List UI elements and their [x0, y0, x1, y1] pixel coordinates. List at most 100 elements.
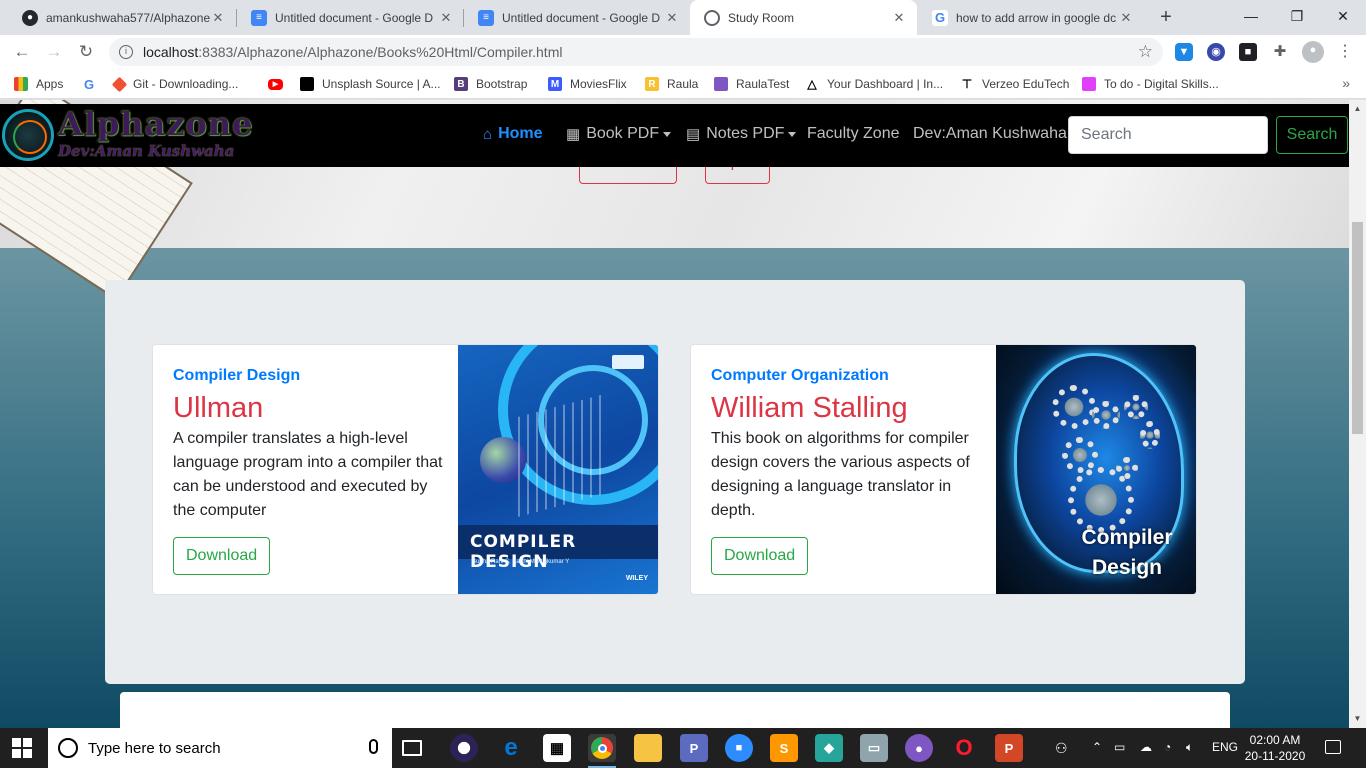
- card-body: Compiler Design Ullman A compiler transl…: [173, 367, 443, 523]
- netbeans-icon[interactable]: ◆: [815, 734, 843, 762]
- opera-icon[interactable]: O: [950, 734, 978, 762]
- nav-book-pdf[interactable]: ▦ Book PDF: [566, 125, 672, 143]
- reload-icon[interactable]: ↻: [74, 40, 98, 64]
- card-description: A compiler translates a high-level langu…: [173, 430, 443, 519]
- scroll-down-icon[interactable]: ▼: [1349, 714, 1366, 723]
- chevron-more-icon[interactable]: »: [1342, 75, 1350, 91]
- cover-text-line: Compiler: [1081, 526, 1173, 549]
- nav-faculty-zone[interactable]: Faculty Zone: [807, 125, 899, 143]
- close-icon[interactable]: ✕: [210, 10, 226, 26]
- bookmark-label: Raula: [667, 77, 699, 91]
- browser-tab[interactable]: ≡ Untitled document - Google D ✕: [237, 0, 464, 35]
- browser-tab[interactable]: ≡ Untitled document - Google D ✕: [464, 0, 690, 35]
- browser-tab[interactable]: ● amankushwaha577/Alphazone ✕: [8, 0, 236, 35]
- taskbar-search-box[interactable]: Type here to search: [48, 728, 392, 768]
- profile-avatar-icon[interactable]: ●: [1302, 41, 1324, 63]
- address-bar[interactable]: i localhost:8383/Alphazone/Alphazone/Boo…: [109, 38, 1163, 66]
- scrollbar-thumb[interactable]: [1352, 222, 1363, 434]
- bookmark-youtube[interactable]: ▶: [268, 75, 291, 93]
- volume-icon[interactable]: 🔈︎: [1186, 740, 1193, 755]
- close-icon[interactable]: ✕: [438, 10, 454, 26]
- file-explorer-icon[interactable]: [634, 734, 662, 762]
- bootstrap-icon: B: [454, 77, 468, 91]
- zoom-icon[interactable]: ■: [725, 734, 753, 762]
- url-host: localhost: [143, 44, 199, 60]
- bookmark-bootstrap[interactable]: B Bootstrap: [454, 75, 527, 93]
- sublime-icon[interactable]: S: [770, 734, 798, 762]
- caret-down-icon: [663, 131, 672, 137]
- chrome-icon[interactable]: [588, 734, 616, 768]
- card-title: William Stalling: [711, 392, 908, 424]
- publisher-badge: [612, 355, 644, 369]
- back-arrow-icon[interactable]: ←: [10, 40, 34, 64]
- action-center-icon[interactable]: [1325, 740, 1341, 754]
- logo-globe-icon[interactable]: [2, 109, 54, 161]
- bookmark-apps[interactable]: Apps: [14, 75, 63, 93]
- system-clock[interactable]: 02:00 AM 20-11-2020: [1240, 732, 1310, 764]
- python-icon[interactable]: P: [680, 734, 708, 762]
- bookmark-label: Git - Downloading...: [133, 77, 239, 91]
- taskbar-search-placeholder: Type here to search: [88, 739, 221, 757]
- extension-icon[interactable]: ◉: [1207, 43, 1225, 61]
- browser-tab-active[interactable]: Study Room ✕: [690, 0, 917, 35]
- microphone-icon[interactable]: [369, 739, 378, 754]
- download-button[interactable]: Download: [711, 537, 809, 575]
- browser-tab[interactable]: G how to add arrow in google dc ✕: [918, 0, 1144, 35]
- github-desktop-icon[interactable]: ●: [905, 734, 933, 762]
- powerpoint-icon[interactable]: P: [995, 734, 1023, 762]
- info-icon[interactable]: i: [119, 45, 133, 59]
- logo-title[interactable]: Alphazone: [58, 105, 254, 143]
- bookmark-git[interactable]: Git - Downloading...: [111, 75, 239, 93]
- close-icon[interactable]: ✕: [1118, 10, 1134, 26]
- bookmark-dashboard[interactable]: △ Your Dashboard | In...: [805, 75, 943, 93]
- nav-home[interactable]: ⌂ Home: [483, 125, 543, 143]
- book-card: Computer Organization William Stalling T…: [690, 344, 1197, 595]
- people-icon[interactable]: ⚇: [1055, 740, 1068, 757]
- browser-toolbar: ← → ↻ i localhost:8383/Alphazone/Alphazo…: [0, 35, 1366, 69]
- git-icon: [111, 76, 128, 92]
- search-input[interactable]: [1068, 116, 1268, 154]
- chevron-up-icon[interactable]: ⌃: [1092, 740, 1102, 754]
- gear-icon: [1116, 457, 1138, 479]
- restore-button[interactable]: ❐: [1274, 0, 1320, 32]
- google-icon: G: [82, 76, 96, 92]
- page-scrollbar[interactable]: ▲ ▼: [1349, 100, 1366, 728]
- download-button[interactable]: Download: [173, 537, 271, 575]
- wifi-icon[interactable]: ◔: [1164, 740, 1171, 754]
- close-icon[interactable]: ✕: [664, 10, 680, 26]
- task-view-icon[interactable]: [402, 740, 422, 756]
- puzzle-extensions-icon[interactable]: ✚: [1271, 43, 1289, 61]
- close-icon[interactable]: ✕: [891, 10, 907, 26]
- nav-notes-pdf[interactable]: ▤ Notes PDF: [686, 125, 797, 143]
- eclipse-icon[interactable]: [450, 734, 478, 762]
- triangle-icon: △: [807, 77, 817, 91]
- search-button[interactable]: Search: [1276, 116, 1348, 154]
- edge-icon[interactable]: e: [497, 734, 525, 762]
- language-indicator[interactable]: ENG: [1212, 740, 1238, 754]
- cube-extension-icon[interactable]: ■: [1239, 43, 1257, 61]
- nav-dev[interactable]: Dev:Aman Kushwaha: [913, 125, 1067, 143]
- windows-taskbar: Type here to search e ▦ P ■ S ◆ ▭ ● O P …: [0, 728, 1366, 768]
- battery-icon[interactable]: ▭: [1114, 740, 1125, 754]
- onedrive-icon[interactable]: ☁: [1140, 740, 1152, 754]
- bookmark-google[interactable]: G: [82, 75, 104, 93]
- bookmark-star-icon[interactable]: ☆: [1138, 42, 1153, 62]
- store-icon[interactable]: ▦: [543, 734, 571, 762]
- bookmark-verzeo[interactable]: ⊤ Verzeo EduTech: [960, 75, 1070, 93]
- bookmark-unsplash[interactable]: Unsplash Source | A...: [300, 75, 441, 93]
- scroll-up-icon[interactable]: ▲: [1349, 104, 1366, 113]
- globe-icon: [704, 9, 720, 26]
- minimize-button[interactable]: —: [1228, 0, 1274, 32]
- bookmark-todo[interactable]: To do - Digital Skills...: [1082, 75, 1219, 93]
- windows-start-icon[interactable]: [12, 738, 32, 758]
- bookmark-raulatest[interactable]: RaulaTest: [714, 75, 789, 93]
- bookmark-moviesflix[interactable]: M MoviesFlix: [548, 75, 627, 93]
- menu-kebab-icon[interactable]: ⋮: [1336, 43, 1354, 61]
- new-tab-button[interactable]: +: [1155, 6, 1177, 28]
- bookmark-raula[interactable]: R Raula: [645, 75, 698, 93]
- tab-title: Study Room: [728, 10, 795, 25]
- shield-extension-icon[interactable]: ▼: [1175, 43, 1193, 61]
- forward-arrow-icon[interactable]: →: [42, 40, 66, 64]
- close-window-button[interactable]: ✕: [1320, 0, 1366, 32]
- screen-tool-icon[interactable]: ▭: [860, 734, 888, 762]
